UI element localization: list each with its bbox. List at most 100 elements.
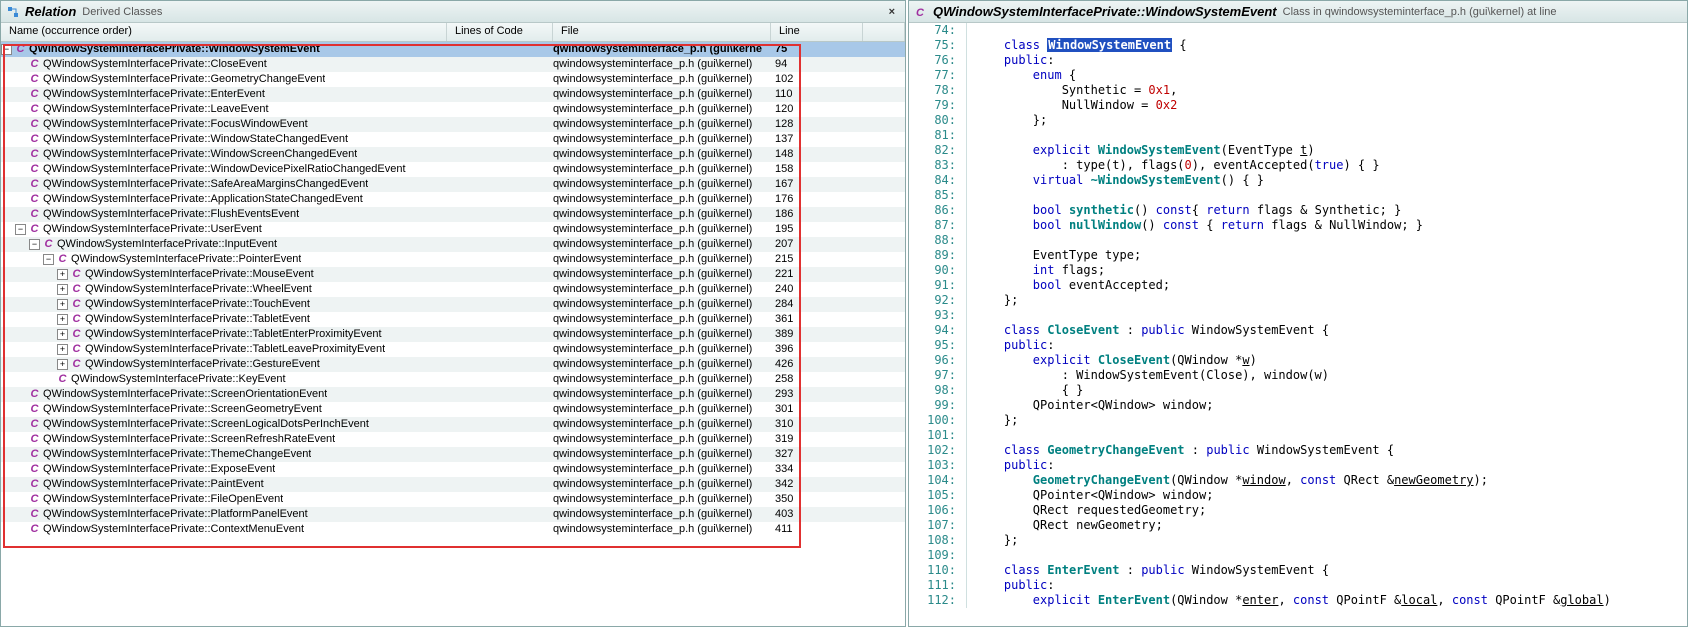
line-cell: 389	[771, 327, 863, 342]
code-line[interactable]: 102: class GeometryChangeEvent : public …	[909, 443, 1687, 458]
class-icon: C	[28, 103, 41, 116]
code-line[interactable]: 96: explicit CloseEvent(QWindow *w)	[909, 353, 1687, 368]
tree-row[interactable]: −CQWindowSystemInterfacePrivate::UserEve…	[1, 222, 905, 237]
tree-row[interactable]: +CQWindowSystemInterfacePrivate::TouchEv…	[1, 297, 905, 312]
code-line[interactable]: 79: NullWindow = 0x2	[909, 98, 1687, 113]
tree-row[interactable]: CQWindowSystemInterfacePrivate::ScreenOr…	[1, 387, 905, 402]
collapse-icon[interactable]: −	[1, 44, 12, 55]
code-line[interactable]: 75: class WindowSystemEvent {	[909, 38, 1687, 53]
tree-row[interactable]: CQWindowSystemInterfacePrivate::Applicat…	[1, 192, 905, 207]
tree-row[interactable]: CQWindowSystemInterfacePrivate::KeyEvent…	[1, 372, 905, 387]
code-line[interactable]: 84: virtual ~WindowSystemEvent() { }	[909, 173, 1687, 188]
tree-row[interactable]: CQWindowSystemInterfacePrivate::EnterEve…	[1, 87, 905, 102]
class-name: QWindowSystemInterfacePrivate::SafeAreaM…	[43, 177, 368, 192]
collapse-icon[interactable]: −	[15, 224, 26, 235]
tree-row[interactable]: CQWindowSystemInterfacePrivate::SafeArea…	[1, 177, 905, 192]
code-line[interactable]: 87: bool nullWindow() const { return fla…	[909, 218, 1687, 233]
expand-icon[interactable]: +	[57, 359, 68, 370]
tree-row[interactable]: CQWindowSystemInterfacePrivate::ScreenLo…	[1, 417, 905, 432]
code-line[interactable]: 86: bool synthetic() const{ return flags…	[909, 203, 1687, 218]
code-line[interactable]: 90: int flags;	[909, 263, 1687, 278]
tree-row[interactable]: +CQWindowSystemInterfacePrivate::MouseEv…	[1, 267, 905, 282]
code-line[interactable]: 91: bool eventAccepted;	[909, 278, 1687, 293]
class-name: QWindowSystemInterfacePrivate::ScreenLog…	[43, 417, 369, 432]
source-code[interactable]: 74:75: class WindowSystemEvent {76: publ…	[909, 23, 1687, 626]
code-line[interactable]: 101:	[909, 428, 1687, 443]
expand-icon[interactable]: +	[57, 314, 68, 325]
code-line[interactable]: 93:	[909, 308, 1687, 323]
class-icon: C	[70, 313, 83, 326]
close-icon[interactable]: ×	[885, 6, 899, 18]
expand-icon[interactable]: +	[57, 299, 68, 310]
expand-icon[interactable]: +	[57, 344, 68, 355]
tree-row[interactable]: −CQWindowSystemInterfacePrivate::WindowS…	[1, 42, 905, 57]
tree-row[interactable]: +CQWindowSystemInterfacePrivate::TabletE…	[1, 312, 905, 327]
column-file[interactable]: File	[553, 23, 771, 41]
tree-row[interactable]: CQWindowSystemInterfacePrivate::WindowSc…	[1, 147, 905, 162]
tree-row[interactable]: CQWindowSystemInterfacePrivate::ScreenGe…	[1, 402, 905, 417]
class-tree[interactable]: −CQWindowSystemInterfacePrivate::WindowS…	[1, 42, 905, 626]
code-line[interactable]: 88:	[909, 233, 1687, 248]
code-line[interactable]: 100: };	[909, 413, 1687, 428]
code-line[interactable]: 83: : type(t), flags(0), eventAccepted(t…	[909, 158, 1687, 173]
tree-row[interactable]: CQWindowSystemInterfacePrivate::WindowDe…	[1, 162, 905, 177]
code-line[interactable]: 111: public:	[909, 578, 1687, 593]
tree-row[interactable]: CQWindowSystemInterfacePrivate::FlushEve…	[1, 207, 905, 222]
code-line[interactable]: 108: };	[909, 533, 1687, 548]
collapse-icon[interactable]: −	[29, 239, 40, 250]
tree-row[interactable]: +CQWindowSystemInterfacePrivate::TabletL…	[1, 342, 905, 357]
code-line[interactable]: 82: explicit WindowSystemEvent(EventType…	[909, 143, 1687, 158]
code-line[interactable]: 81:	[909, 128, 1687, 143]
tree-row[interactable]: +CQWindowSystemInterfacePrivate::TabletE…	[1, 327, 905, 342]
expand-icon[interactable]: +	[57, 269, 68, 280]
column-name[interactable]: Name (occurrence order)	[1, 23, 447, 41]
code-line[interactable]: 112: explicit EnterEvent(QWindow *enter,…	[909, 593, 1687, 608]
code-line[interactable]: 92: };	[909, 293, 1687, 308]
code-line[interactable]: 110: class EnterEvent : public WindowSys…	[909, 563, 1687, 578]
code-line[interactable]: 105: QPointer<QWindow> window;	[909, 488, 1687, 503]
collapse-icon[interactable]: −	[43, 254, 54, 265]
code-line[interactable]: 107: QRect newGeometry;	[909, 518, 1687, 533]
code-line[interactable]: 76: public:	[909, 53, 1687, 68]
code-line[interactable]: 99: QPointer<QWindow> window;	[909, 398, 1687, 413]
tree-row[interactable]: CQWindowSystemInterfacePrivate::PaintEve…	[1, 477, 905, 492]
tree-row[interactable]: CQWindowSystemInterfacePrivate::Platform…	[1, 507, 905, 522]
code-content: public:	[967, 458, 1055, 473]
code-line[interactable]: 89: EventType type;	[909, 248, 1687, 263]
tree-row[interactable]: CQWindowSystemInterfacePrivate::Geometry…	[1, 72, 905, 87]
code-line[interactable]: 74:	[909, 23, 1687, 38]
tree-row[interactable]: CQWindowSystemInterfacePrivate::CloseEve…	[1, 57, 905, 72]
tree-row[interactable]: −CQWindowSystemInterfacePrivate::InputEv…	[1, 237, 905, 252]
tree-row[interactable]: CQWindowSystemInterfacePrivate::ExposeEv…	[1, 462, 905, 477]
code-line[interactable]: 97: : WindowSystemEvent(Close), window(w…	[909, 368, 1687, 383]
code-line[interactable]: 94: class CloseEvent : public WindowSyst…	[909, 323, 1687, 338]
tree-row[interactable]: CQWindowSystemInterfacePrivate::ThemeCha…	[1, 447, 905, 462]
line-cell: 186	[771, 207, 863, 222]
code-line[interactable]: 104: GeometryChangeEvent(QWindow *window…	[909, 473, 1687, 488]
code-content: bool nullWindow() const { return flags &…	[967, 218, 1423, 233]
tree-row[interactable]: CQWindowSystemInterfacePrivate::LeaveEve…	[1, 102, 905, 117]
column-lines-of-code[interactable]: Lines of Code	[447, 23, 553, 41]
tree-row[interactable]: CQWindowSystemInterfacePrivate::FileOpen…	[1, 492, 905, 507]
line-number: 110:	[909, 563, 967, 578]
tree-row[interactable]: +CQWindowSystemInterfacePrivate::Gesture…	[1, 357, 905, 372]
code-line[interactable]: 95: public:	[909, 338, 1687, 353]
tree-row[interactable]: −CQWindowSystemInterfacePrivate::Pointer…	[1, 252, 905, 267]
tree-row[interactable]: CQWindowSystemInterfacePrivate::FocusWin…	[1, 117, 905, 132]
code-line[interactable]: 78: Synthetic = 0x1,	[909, 83, 1687, 98]
tree-row[interactable]: CQWindowSystemInterfacePrivate::ScreenRe…	[1, 432, 905, 447]
line-cell: 310	[771, 417, 863, 432]
code-line[interactable]: 103: public:	[909, 458, 1687, 473]
code-line[interactable]: 98: { }	[909, 383, 1687, 398]
code-line[interactable]: 85:	[909, 188, 1687, 203]
tree-row[interactable]: CQWindowSystemInterfacePrivate::WindowSt…	[1, 132, 905, 147]
tree-row[interactable]: CQWindowSystemInterfacePrivate::ContextM…	[1, 522, 905, 537]
code-line[interactable]: 77: enum {	[909, 68, 1687, 83]
code-line[interactable]: 109:	[909, 548, 1687, 563]
code-line[interactable]: 106: QRect requestedGeometry;	[909, 503, 1687, 518]
expand-icon[interactable]: +	[57, 329, 68, 340]
expand-icon[interactable]: +	[57, 284, 68, 295]
tree-row[interactable]: +CQWindowSystemInterfacePrivate::WheelEv…	[1, 282, 905, 297]
code-line[interactable]: 80: };	[909, 113, 1687, 128]
column-line[interactable]: Line	[771, 23, 863, 41]
